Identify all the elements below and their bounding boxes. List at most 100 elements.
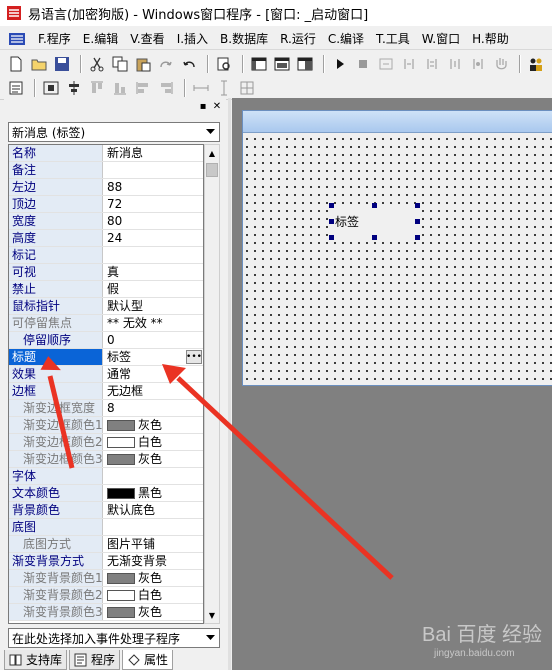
align-center-v-icon[interactable] <box>64 78 84 98</box>
menu-program[interactable]: F.程序 <box>32 30 77 47</box>
property-value[interactable] <box>103 519 203 535</box>
property-value[interactable]: 图片平铺 <box>103 536 203 552</box>
redo-icon[interactable] <box>156 54 176 74</box>
property-value[interactable]: 黑色 <box>103 485 203 501</box>
menu-help[interactable]: H.帮助 <box>466 30 515 47</box>
resize-handle[interactable] <box>415 235 420 240</box>
people-icon[interactable] <box>526 54 546 74</box>
stop-icon[interactable] <box>353 54 373 74</box>
menu-edit[interactable]: E.编辑 <box>77 30 124 47</box>
property-row[interactable]: 停留顺序 0 <box>9 332 203 349</box>
resize-handle[interactable] <box>372 203 377 208</box>
menu-insert[interactable]: I.插入 <box>171 30 214 47</box>
property-row[interactable]: 可停留焦点 ** 无效 ** <box>9 315 203 332</box>
property-row[interactable]: 渐变边框宽度 8 <box>9 400 203 417</box>
event-selector[interactable]: 在此处选择加入事件处理子程序 <box>8 628 220 648</box>
property-row[interactable]: 渐变背景颜色2 白色 <box>9 587 203 604</box>
property-row[interactable]: 文本颜色 黑色 <box>9 485 203 502</box>
menu-window[interactable]: W.窗口 <box>416 30 466 47</box>
property-value[interactable]: 灰色 <box>103 451 203 467</box>
property-value[interactable]: 新消息 <box>103 145 203 161</box>
property-value[interactable]: 灰色 <box>103 604 203 620</box>
form-designer[interactable]: 标签 <box>242 110 552 386</box>
object-selector[interactable]: 新消息 (标签) <box>8 122 220 142</box>
property-value[interactable]: 灰色 <box>103 570 203 586</box>
property-row[interactable]: 宽度 80 <box>9 213 203 230</box>
property-value[interactable]: 默认底色 <box>103 502 203 518</box>
property-value[interactable]: 真 <box>103 264 203 280</box>
resize-handle[interactable] <box>329 235 334 240</box>
step-out-icon[interactable] <box>445 54 465 74</box>
property-value[interactable]: 72 <box>103 196 203 212</box>
same-size-icon[interactable] <box>237 78 257 98</box>
property-value[interactable] <box>103 162 203 178</box>
property-value[interactable]: 灰色 <box>103 417 203 433</box>
property-row[interactable]: 效果 通常 <box>9 366 203 383</box>
property-row[interactable]: 字体 <box>9 468 203 485</box>
property-value[interactable]: 通常 <box>103 366 203 382</box>
new-file-icon[interactable] <box>6 54 26 74</box>
align-right-icon[interactable] <box>156 78 176 98</box>
align-left-icon[interactable] <box>133 78 153 98</box>
property-row[interactable]: 背景颜色 默认底色 <box>9 502 203 519</box>
resize-handle[interactable] <box>329 219 334 224</box>
paste-icon[interactable] <box>133 54 153 74</box>
panel-splitter[interactable] <box>228 98 231 670</box>
property-row[interactable]: 顶边 72 <box>9 196 203 213</box>
resize-handle[interactable] <box>372 235 377 240</box>
same-height-icon[interactable] <box>214 78 234 98</box>
property-row[interactable]: 渐变背景方式 无渐变背景 <box>9 553 203 570</box>
layout-right-icon[interactable] <box>295 54 315 74</box>
same-width-icon[interactable] <box>191 78 211 98</box>
property-value[interactable]: 假 <box>103 281 203 297</box>
property-row[interactable]: 渐变边框颜色3 灰色 <box>9 451 203 468</box>
undo-icon[interactable] <box>179 54 199 74</box>
copy-icon[interactable] <box>110 54 130 74</box>
property-value[interactable]: 标签 ••• <box>103 349 203 365</box>
resize-handle[interactable] <box>329 203 334 208</box>
property-row[interactable]: 渐变边框颜色2 白色 <box>9 434 203 451</box>
property-row[interactable]: 底图方式 图片平铺 <box>9 536 203 553</box>
hand-icon[interactable] <box>491 54 511 74</box>
property-value[interactable]: 白色 <box>103 434 203 450</box>
property-row[interactable]: 名称 新消息 <box>9 145 203 162</box>
property-value[interactable]: 24 <box>103 230 203 246</box>
property-value[interactable]: ** 无效 ** <box>103 315 203 331</box>
property-row[interactable]: 左边 88 <box>9 179 203 196</box>
resize-handle[interactable] <box>415 203 420 208</box>
property-value[interactable] <box>103 468 203 484</box>
align-center-h-icon[interactable] <box>41 78 61 98</box>
menu-run[interactable]: R.运行 <box>274 30 322 47</box>
property-value[interactable]: 白色 <box>103 587 203 603</box>
property-value[interactable]: 无边框 <box>103 383 203 399</box>
breakpoint-icon[interactable] <box>468 54 488 74</box>
find-icon[interactable] <box>214 54 234 74</box>
property-value[interactable]: 88 <box>103 179 203 195</box>
property-row[interactable]: 高度 24 <box>9 230 203 247</box>
step-into-icon[interactable] <box>399 54 419 74</box>
grid-toggle-icon[interactable] <box>6 78 26 98</box>
property-row[interactable]: 边框 无边框 <box>9 383 203 400</box>
property-row[interactable]: 渐变背景颜色3 灰色 <box>9 604 203 621</box>
align-top-icon[interactable] <box>87 78 107 98</box>
debug-step-icon[interactable] <box>376 54 396 74</box>
tab-support-library[interactable]: 支持库 <box>4 650 68 670</box>
property-row[interactable]: 禁止假 <box>9 281 203 298</box>
panel-close-icon[interactable]: ✕ <box>212 101 222 112</box>
scroll-thumb[interactable] <box>206 163 218 177</box>
tab-properties[interactable]: 属性 <box>122 650 174 670</box>
chevron-down-icon[interactable] <box>202 123 219 141</box>
property-row[interactable]: 标记 <box>9 247 203 264</box>
layout-left-icon[interactable] <box>249 54 269 74</box>
property-row[interactable]: 可视真 <box>9 264 203 281</box>
align-bottom-icon[interactable] <box>110 78 130 98</box>
property-scrollbar[interactable]: ▲ ▼ <box>204 144 220 624</box>
step-over-icon[interactable] <box>422 54 442 74</box>
scroll-down-icon[interactable]: ▼ <box>205 607 219 623</box>
property-value[interactable]: 无渐变背景 <box>103 553 203 569</box>
property-row[interactable]: 鼠标指针 默认型 <box>9 298 203 315</box>
property-row[interactable]: 渐变边框颜色1 灰色 <box>9 417 203 434</box>
ellipsis-button[interactable]: ••• <box>186 350 202 364</box>
property-value[interactable]: 默认型 <box>103 298 203 314</box>
layout-top-icon[interactable] <box>272 54 292 74</box>
